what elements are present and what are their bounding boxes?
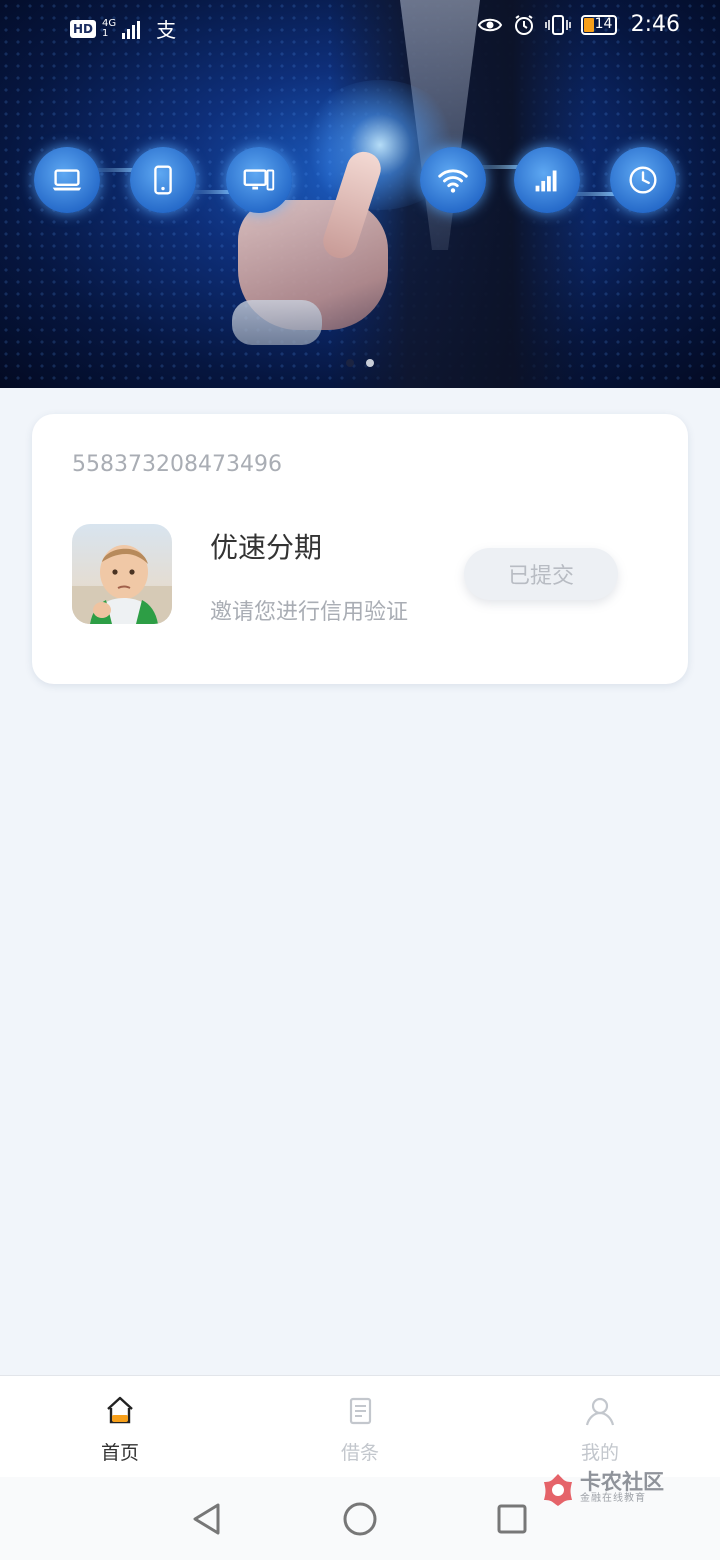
app-name: 优速分期 bbox=[210, 531, 323, 564]
watermark: 卡农社区 金融在线教育 bbox=[540, 1470, 664, 1506]
back-button[interactable] bbox=[186, 1499, 226, 1539]
phone-icon bbox=[130, 147, 196, 213]
home-button[interactable] bbox=[340, 1499, 380, 1539]
clock-time: 2:46 bbox=[630, 12, 680, 37]
network-type-label: 4G bbox=[102, 17, 117, 29]
signal-bars-icon bbox=[514, 147, 580, 213]
tab-mine-label: 我的 bbox=[580, 1442, 619, 1464]
clock-icon bbox=[610, 147, 676, 213]
watermark-sub: 金融在线教育 bbox=[580, 1493, 646, 1504]
app-avatar bbox=[72, 524, 172, 624]
card-id-number: 558373208473496 bbox=[72, 452, 282, 477]
battery-level: 14 bbox=[594, 15, 613, 32]
submitted-button[interactable]: 已提交 bbox=[464, 548, 618, 600]
home-circle-icon bbox=[343, 1502, 377, 1536]
banner-carousel[interactable] bbox=[0, 0, 720, 388]
battery-icon: 14 bbox=[580, 14, 617, 35]
wifi-icon bbox=[420, 147, 486, 213]
desktop-icon bbox=[226, 147, 292, 213]
carousel-dot-active[interactable] bbox=[366, 359, 374, 367]
laptop-icon bbox=[34, 147, 100, 213]
user-icon bbox=[585, 1397, 615, 1426]
status-bar: HD 4G 1 支 14 2:46 bbox=[0, 0, 720, 56]
carousel-dot[interactable] bbox=[346, 359, 354, 367]
status-bar-right: 14 2:46 bbox=[477, 12, 680, 37]
network-type: 4G 1 bbox=[102, 17, 117, 39]
hd-badge: HD bbox=[70, 19, 97, 38]
document-icon bbox=[349, 1397, 372, 1425]
back-triangle-icon bbox=[193, 1503, 220, 1535]
watermark-logo-icon bbox=[544, 1474, 572, 1506]
tab-home[interactable]: 首页 bbox=[60, 1394, 180, 1465]
eye-comfort-icon bbox=[477, 18, 502, 31]
tab-iou-label: 借条 bbox=[340, 1442, 379, 1464]
recents-square-icon bbox=[497, 1504, 527, 1534]
tab-home-label: 首页 bbox=[100, 1442, 139, 1464]
cell-signal-icon bbox=[122, 19, 141, 39]
alipay-icon: 支 bbox=[156, 18, 177, 42]
home-icon bbox=[107, 1396, 133, 1424]
network-sub-label: 1 bbox=[102, 27, 109, 39]
watermark-main: 卡农社区 bbox=[580, 1470, 664, 1494]
loan-app-card[interactable]: 558373208473496 优速分期 邀请您进行信用验证 已提交 bbox=[32, 414, 688, 684]
verification-subtitle: 邀请您进行信用验证 bbox=[210, 600, 409, 625]
alarm-icon bbox=[514, 14, 533, 35]
tab-iou[interactable]: 借条 bbox=[300, 1394, 420, 1465]
watermark-text: 卡农社区 金融在线教育 bbox=[580, 1471, 664, 1505]
tab-mine[interactable]: 我的 bbox=[540, 1394, 660, 1465]
status-bar-left: HD 4G 1 支 bbox=[70, 14, 176, 43]
bottom-tab-bar: 首页 借条 我的 bbox=[0, 1375, 720, 1477]
recents-button[interactable] bbox=[492, 1499, 532, 1539]
banner-cuff bbox=[232, 300, 322, 345]
vibrate-icon bbox=[544, 14, 571, 35]
